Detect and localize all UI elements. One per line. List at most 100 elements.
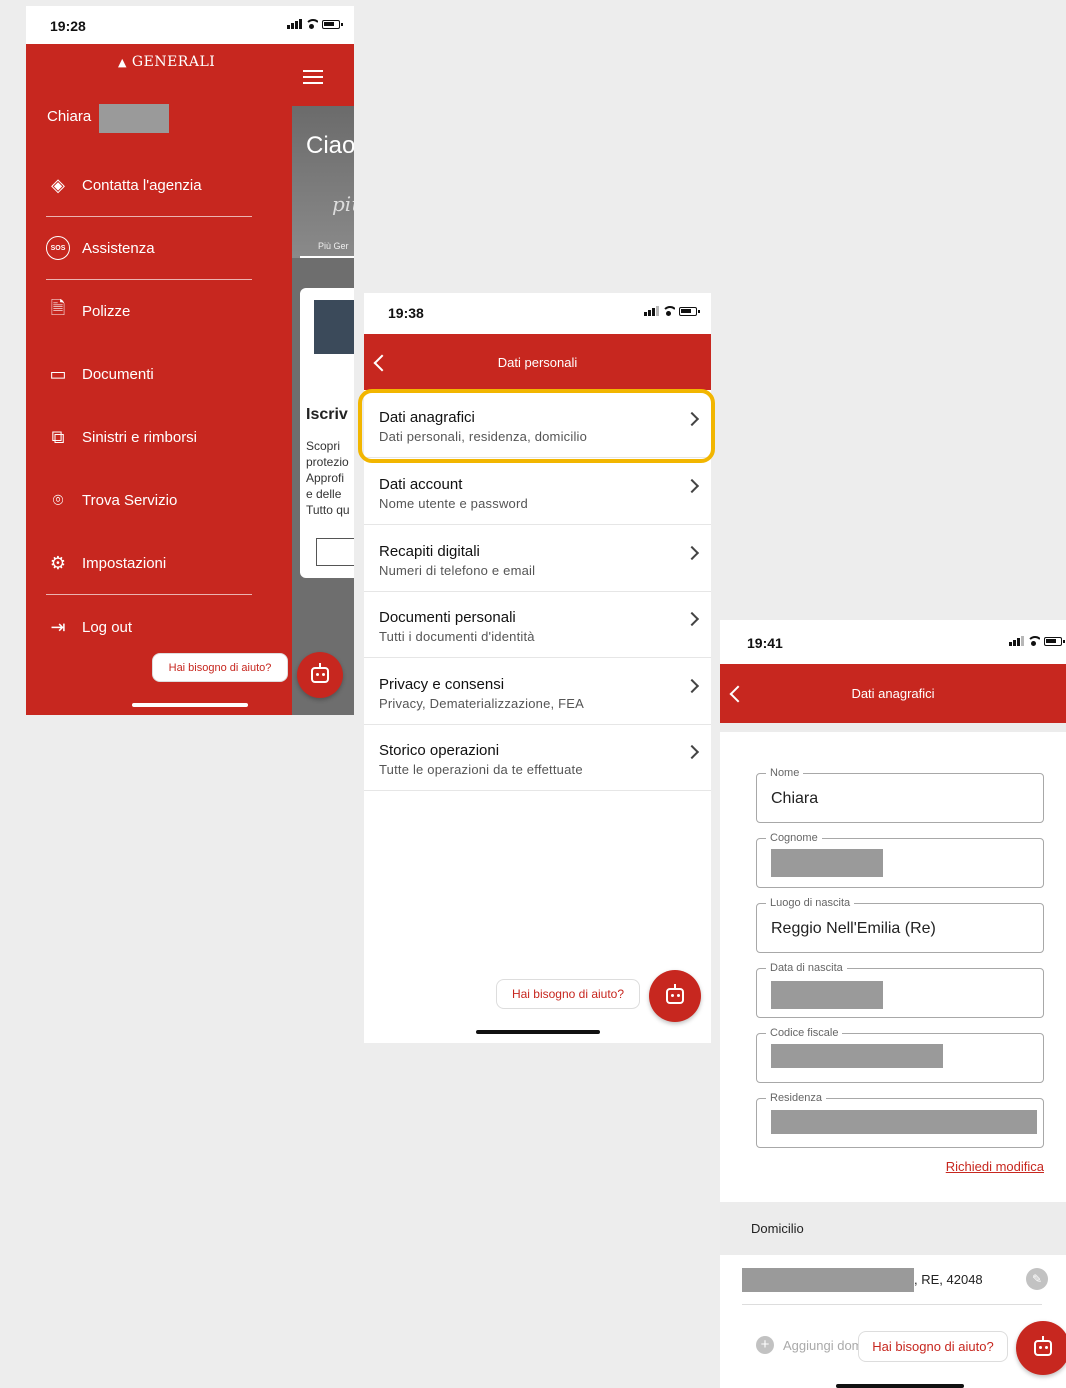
- menu-item-documenti[interactable]: ▭ Documenti: [46, 353, 256, 395]
- status-bar: 19:38: [364, 293, 711, 334]
- screen-side-menu: 19:28 Ciao più Più Ger Iscriv Scopri pro…: [26, 6, 354, 715]
- chatbot-button[interactable]: [1016, 1321, 1066, 1375]
- screen-dati-anagrafici: 19:41 Dati anagrafici Nome Chiara Cognom…: [720, 620, 1066, 1388]
- chevron-right-icon: [684, 744, 700, 760]
- home-indicator: [132, 703, 248, 707]
- claims-documents-icon: ⧉: [51, 426, 65, 447]
- side-menu: ▲ GENERALI Chiara ◈ Contatta l'agenzia S…: [26, 44, 292, 715]
- row-subtitle: Tutti i documenti d'identità: [379, 629, 535, 644]
- chatbot-icon: [666, 984, 684, 1004]
- field-label: Data di nascita: [766, 962, 847, 974]
- battery-icon: [1044, 636, 1065, 646]
- menu-divider: [46, 216, 252, 217]
- row-title: Documenti personali: [379, 609, 516, 626]
- redacted-surname: [99, 104, 169, 133]
- redacted-value: [771, 1044, 943, 1068]
- battery-icon: [322, 19, 343, 29]
- help-pill[interactable]: Hai bisogno di aiuto?: [152, 653, 288, 682]
- generali-logo: ▲ GENERALI: [118, 54, 216, 70]
- menu-item-sinistri[interactable]: ⧉ Sinistri e rimborsi: [46, 416, 256, 458]
- background-app-preview: Ciao più Più Ger Iscriv Scopri protezio …: [292, 44, 354, 715]
- field-nome[interactable]: Nome Chiara: [756, 767, 1044, 823]
- menu-divider: [46, 279, 252, 280]
- page-title: Dati personali: [497, 355, 578, 370]
- bg-card: Iscriv Scopri protezio Approfi e delle T…: [300, 288, 354, 578]
- row-subtitle: Privacy, Dematerializzazione, FEA: [379, 696, 585, 711]
- row-privacy-consensi[interactable]: Privacy e consensi Privacy, Dematerializ…: [364, 659, 711, 725]
- redacted-address: [742, 1268, 914, 1292]
- bg-card-title: Iscriv: [306, 406, 348, 423]
- request-change-link[interactable]: Richiedi modifica: [946, 1159, 1044, 1174]
- bg-header: [292, 44, 354, 106]
- field-luogo-nascita[interactable]: Luogo di nascita Reggio Nell'Emilia (Re): [756, 897, 1044, 953]
- status-bar: 19:28: [26, 6, 354, 44]
- chevron-right-icon: [684, 545, 700, 561]
- row-title: Recapiti digitali: [379, 543, 480, 560]
- field-data-nascita[interactable]: Data di nascita: [756, 962, 1044, 1018]
- bg-tab-text: Più Ger: [318, 241, 349, 251]
- edit-pencil-icon[interactable]: ✎: [1026, 1268, 1048, 1290]
- help-pill[interactable]: Hai bisogno di aiuto?: [858, 1331, 1008, 1362]
- folder-icon: ▭: [49, 363, 67, 384]
- menu-item-polizze[interactable]: 🗎 Polizze: [46, 290, 256, 332]
- status-bar: 19:41: [720, 620, 1066, 664]
- status-time: 19:28: [50, 18, 86, 34]
- bg-card-text: Scopri protezio Approfi e delle Tutto qu: [306, 439, 350, 517]
- highlight-frame: [358, 389, 715, 463]
- location-chat-icon: ◈: [51, 174, 65, 195]
- redacted-value: [771, 981, 883, 1009]
- row-dati-account[interactable]: Dati account Nome utente e password: [364, 459, 711, 525]
- home-indicator: [836, 1384, 964, 1388]
- header-bar: Dati personali: [364, 334, 711, 390]
- add-domicilio-button[interactable]: + Aggiungi dom: [756, 1336, 863, 1354]
- home-indicator: [476, 1030, 600, 1034]
- chatbot-button[interactable]: [649, 970, 701, 1022]
- logout-icon: ⇥: [50, 616, 66, 637]
- field-label: Codice fiscale: [766, 1027, 843, 1039]
- wifi-icon: [663, 306, 675, 316]
- row-documenti-personali[interactable]: Documenti personali Tutti i documenti d'…: [364, 592, 711, 658]
- row-subtitle: Numeri di telefono e email: [379, 563, 536, 578]
- row-storico-operazioni[interactable]: Storico operazioni Tutte le operazioni d…: [364, 725, 711, 791]
- field-cognome[interactable]: Cognome: [756, 832, 1044, 888]
- bg-chatbot-button[interactable]: [297, 652, 343, 698]
- row-title: Privacy e consensi: [379, 676, 505, 693]
- bg-card-image: [314, 300, 354, 354]
- field-value: Reggio Nell'Emilia (Re): [771, 920, 936, 937]
- battery-icon: [679, 306, 700, 316]
- user-name: Chiara: [47, 108, 92, 125]
- domicilio-row[interactable]: , RE, 42048 ✎: [742, 1255, 1048, 1305]
- map-pin-icon: ⌾: [52, 489, 64, 510]
- chevron-right-icon: [684, 678, 700, 694]
- menu-item-contatta-agenzia[interactable]: ◈ Contatta l'agenzia: [46, 164, 256, 206]
- bg-greeting: Ciao: [306, 132, 354, 159]
- help-pill[interactable]: Hai bisogno di aiuto?: [496, 979, 640, 1009]
- menu-divider: [46, 594, 252, 595]
- menu-item-trova-servizio[interactable]: ⌾ Trova Servizio: [46, 479, 256, 521]
- redacted-value: [771, 1110, 1037, 1134]
- field-label: Residenza: [766, 1092, 826, 1104]
- status-time: 19:41: [747, 635, 783, 651]
- wifi-icon: [1028, 636, 1040, 646]
- hamburger-icon[interactable]: [303, 70, 323, 84]
- domicilio-section-header: Domicilio: [720, 1202, 1066, 1255]
- section-title: Domicilio: [751, 1221, 804, 1236]
- gear-icon: ⚙: [49, 552, 67, 573]
- field-residenza[interactable]: Residenza: [756, 1092, 1044, 1148]
- lion-logo-icon: ▲: [118, 56, 127, 69]
- row-subtitle: Tutte le operazioni da te effettuate: [379, 762, 583, 777]
- chevron-right-icon: [684, 611, 700, 627]
- wifi-icon: [306, 19, 318, 29]
- bg-hero: Ciao più Più Ger: [292, 106, 354, 258]
- field-label: Nome: [766, 767, 804, 779]
- menu-item-impostazioni[interactable]: ⚙ Impostazioni: [46, 542, 256, 584]
- menu-item-logout[interactable]: ⇥ Log out: [46, 606, 256, 648]
- signal-icon: [1009, 636, 1024, 646]
- field-codice-fiscale[interactable]: Codice fiscale: [756, 1027, 1044, 1083]
- signal-icon: [287, 19, 302, 29]
- row-title: Storico operazioni: [379, 742, 500, 759]
- row-recapiti-digitali[interactable]: Recapiti digitali Numeri di telefono e e…: [364, 526, 711, 592]
- menu-item-assistenza[interactable]: SOS Assistenza: [46, 227, 256, 269]
- header-bar: Dati anagrafici: [720, 664, 1066, 723]
- sos-icon: SOS: [46, 236, 70, 260]
